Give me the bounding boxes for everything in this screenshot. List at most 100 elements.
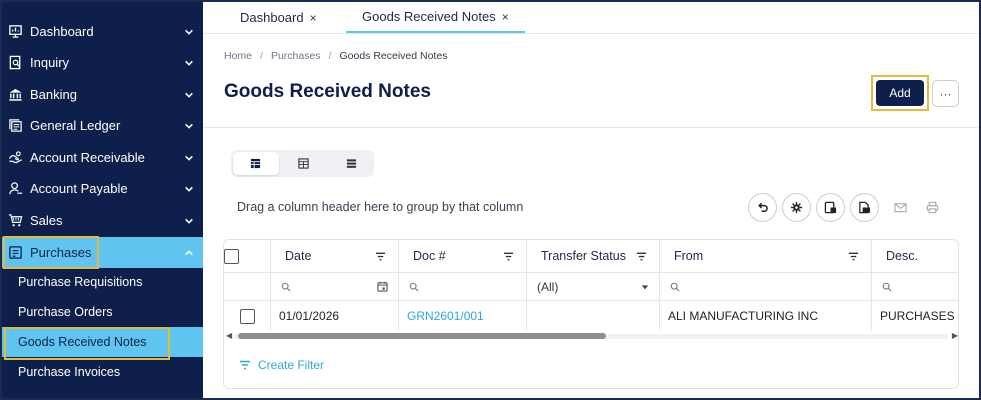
cell-date: 01/01/2026	[271, 301, 399, 331]
view-list-button[interactable]	[328, 152, 374, 175]
sidebar-item-account-receivable[interactable]: Account Receivable	[2, 142, 203, 173]
undo-icon	[758, 202, 768, 212]
chevron-down-icon	[183, 183, 195, 195]
row-checkbox[interactable]	[239, 308, 255, 324]
undo-button[interactable]	[748, 193, 777, 222]
sidebar-item-label: Inquiry	[30, 55, 70, 70]
header-divider	[203, 127, 979, 128]
settings-button[interactable]	[782, 193, 811, 222]
grid-view-icon	[251, 158, 261, 169]
bank-icon	[7, 87, 23, 103]
filter-icon[interactable]	[375, 251, 386, 262]
calendar-icon[interactable]	[377, 281, 388, 292]
search-icon	[882, 282, 892, 292]
sidebar-subitem-label: Purchase Invoices	[18, 365, 121, 379]
chevron-down-icon	[183, 120, 195, 132]
select-all-checkbox-cell	[224, 240, 271, 272]
view-table-button[interactable]	[281, 152, 327, 175]
search-icon	[670, 282, 680, 292]
close-icon[interactable]: ×	[502, 10, 509, 24]
dashboard-icon	[7, 24, 23, 40]
sidebar-item-sales[interactable]: Sales	[2, 205, 203, 236]
cell-desc: PURCHASES	[880, 309, 955, 323]
breadcrumb-separator: /	[260, 50, 263, 62]
tab-label: Goods Received Notes	[362, 9, 496, 24]
print-button[interactable]	[918, 193, 947, 222]
desc-filter-input[interactable]	[872, 273, 958, 300]
caret-down-icon	[641, 284, 649, 289]
cell-transfer-status	[527, 301, 660, 331]
column-header-desc[interactable]: Desc.	[872, 240, 958, 272]
sidebar-item-banking[interactable]: Banking	[2, 79, 203, 110]
column-header-doc[interactable]: Doc #	[399, 240, 527, 272]
sidebar-item-account-payable[interactable]: Account Payable	[2, 173, 203, 204]
sidebar-subitem-label: Purchase Orders	[18, 305, 113, 319]
sidebar-item-general-ledger[interactable]: General Ledger	[2, 110, 203, 141]
sidebar-subitem-goods-received-notes[interactable]: Goods Received Notes	[2, 327, 203, 357]
mail-icon	[894, 203, 907, 213]
sidebar-subitem-label: Goods Received Notes	[18, 335, 147, 349]
tab-goods-received-notes[interactable]: Goods Received Notes ×	[346, 2, 525, 33]
tabs-bar: Dashboard × Goods Received Notes ×	[203, 2, 979, 34]
column-header-from[interactable]: From	[660, 240, 872, 272]
transfer-status-filter-select[interactable]: (All)	[527, 273, 660, 300]
email-button[interactable]	[886, 193, 915, 222]
ledger-icon	[7, 118, 23, 134]
select-all-checkbox[interactable]	[224, 248, 239, 264]
filter-icon[interactable]	[503, 251, 514, 262]
group-by-hint: Drag a column header here to group by th…	[237, 200, 524, 214]
column-header-date[interactable]: Date	[271, 240, 399, 272]
add-button[interactable]: Add	[876, 80, 924, 106]
sidebar: Dashboard Inquiry Banking General Ledger…	[2, 2, 203, 398]
column-header-transfer-status[interactable]: Transfer Status	[527, 240, 660, 272]
table-row[interactable]: 01/01/2026 GRN2601/001 ALI MANUFACTURING…	[224, 301, 958, 331]
breadcrumb-separator: /	[328, 50, 332, 62]
chevron-down-icon	[183, 152, 195, 164]
scroll-right-icon[interactable]: ▶	[952, 331, 958, 340]
sidebar-item-purchases[interactable]: Purchases	[2, 237, 203, 268]
scroll-left-icon[interactable]: ◀	[226, 331, 232, 340]
purchases-icon	[7, 245, 23, 261]
grid-filter-row: (All)	[224, 273, 958, 301]
chevron-down-icon	[183, 89, 195, 101]
sidebar-item-label: Dashboard	[30, 24, 94, 39]
horizontal-scrollbar[interactable]: ◀ ▶	[224, 331, 958, 341]
date-filter-input[interactable]	[271, 273, 399, 300]
filter-icon[interactable]	[636, 251, 647, 262]
breadcrumb-purchases[interactable]: Purchases	[271, 50, 321, 62]
data-grid: Date Doc # Transfer Status From Desc. (A…	[223, 239, 959, 389]
filter-icon[interactable]	[848, 251, 859, 262]
column-header-label: Date	[285, 249, 312, 263]
cell-doc-link[interactable]: GRN2601/001	[399, 301, 527, 331]
sidebar-item-dashboard[interactable]: Dashboard	[2, 16, 203, 47]
chevron-down-icon	[183, 215, 195, 227]
breadcrumb-current: Goods Received Notes	[339, 50, 448, 62]
chevron-down-icon	[183, 57, 195, 69]
view-grid-button[interactable]	[233, 152, 279, 175]
payable-icon	[7, 181, 23, 197]
page-title: Goods Received Notes	[224, 81, 431, 102]
sidebar-item-inquiry[interactable]: Inquiry	[2, 47, 203, 78]
close-icon[interactable]: ×	[310, 11, 317, 25]
doc-filter-input[interactable]	[399, 273, 527, 300]
breadcrumb-home[interactable]: Home	[224, 50, 252, 62]
tab-dashboard[interactable]: Dashboard ×	[240, 2, 317, 33]
sidebar-subitem-purchase-requisitions[interactable]: Purchase Requisitions	[2, 267, 203, 297]
row-checkbox-cell	[224, 301, 271, 331]
sidebar-subitem-purchase-invoices[interactable]: Purchase Invoices	[2, 357, 203, 387]
create-filter-link[interactable]: Create Filter	[239, 358, 324, 372]
from-filter-input[interactable]	[660, 273, 872, 300]
printer-icon	[926, 201, 939, 214]
breadcrumb: Home / Purchases / Goods Received Notes	[224, 50, 447, 62]
sales-icon	[7, 213, 23, 229]
filter-cell-empty	[224, 273, 271, 300]
column-header-label: Transfer Status	[541, 249, 626, 263]
sidebar-subitem-purchase-orders[interactable]: Purchase Orders	[2, 297, 203, 327]
column-header-label: From	[674, 249, 704, 263]
column-chooser-button[interactable]	[816, 193, 845, 222]
export-button[interactable]	[850, 193, 879, 222]
inquiry-icon	[7, 55, 23, 71]
scrollbar-thumb[interactable]	[238, 333, 606, 339]
more-options-button[interactable]: ···	[932, 80, 959, 107]
sidebar-item-label: Sales	[30, 213, 63, 228]
